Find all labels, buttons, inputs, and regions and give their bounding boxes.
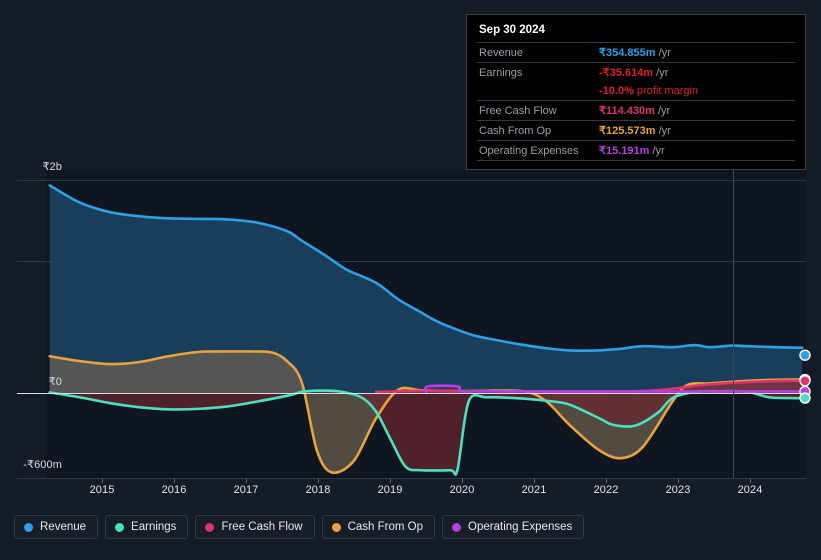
endpoint-marker-free-cash-flow[interactable] [799,375,811,387]
legend-item-cash-from-op[interactable]: Cash From Op [321,515,436,539]
y-axis-label: ₹2b [42,161,62,173]
x-axis-label: 2017 [233,484,259,496]
tooltip-row: Free Cash Flow ₹114.430m /yr [477,100,795,120]
tooltip-row-label: Free Cash Flow [479,105,557,117]
legend-color-dot-icon [452,522,462,532]
endpoint-marker-revenue[interactable] [799,349,811,361]
legend-color-dot-icon [331,522,341,532]
tooltip-row-label: Operating Expenses [479,145,579,157]
tooltip-row: Cash From Op ₹125.573m /yr [477,120,795,140]
x-axis-label: 2020 [449,484,475,496]
x-axis-label: 2019 [377,484,403,496]
tooltip-row-value: -₹35.614m /yr [599,66,668,79]
endpoint-marker-earnings[interactable] [799,392,811,404]
x-axis-label: 2018 [305,484,331,496]
tooltip-unit: /yr [649,145,665,157]
tooltip-date: Sep 30 2024 [479,24,545,36]
tooltip-amount: ₹114.430m [599,105,655,117]
tooltip-unit: /yr [654,105,671,117]
legend-label: Earnings [131,521,177,533]
tooltip-row: Revenue ₹354.855m /yr [477,42,795,62]
tooltip-row: Earnings -₹35.614m /yr [477,62,795,82]
tooltip-row-label: Earnings [479,67,523,79]
legend-item-operating-expenses[interactable]: Operating Expenses [442,515,585,539]
chart-legend[interactable]: Revenue Earnings Free Cash Flow Cash From O… [14,515,585,539]
tooltip-unit: profit margin [633,85,699,97]
tooltip-row-value: ₹15.191m /yr [599,144,665,157]
tooltip-row-value: ₹114.430m /yr [599,104,670,117]
tooltip-row-value: ₹125.573m /yr [599,124,671,137]
legend-color-dot-icon [115,522,125,532]
y-axis-label: -₹600m [23,459,62,471]
tooltip-row-label: Cash From Op [479,125,552,137]
tooltip-amount: ₹15.191m [599,145,650,157]
tooltip-amount: -₹35.614m [599,67,654,79]
tooltip-row: -10.0% profit margin [477,82,795,100]
tooltip-amount: -10.0% [599,85,634,97]
tooltip-row-value: -10.0% profit margin [599,85,698,97]
legend-label: Free Cash Flow [221,521,303,533]
x-axis-label: 2016 [161,484,187,496]
y-axis-label: ₹0 [48,376,62,388]
tooltip-amount: ₹354.855m [599,47,656,59]
tooltip-row-value: ₹354.855m /yr [599,46,671,59]
x-axis-label: 2015 [89,484,115,496]
tooltip-unit: /yr [655,47,671,59]
financial-chart: ₹2b ₹0 -₹600m 2015 2016 2017 2018 2019 2020 2021… [0,0,821,560]
legend-item-earnings[interactable]: Earnings [105,515,189,539]
x-axis-label: 2021 [521,484,547,496]
tooltip-footer-rule [477,160,795,163]
tooltip-rows: Revenue ₹354.855m /yr Earnings -₹35.614m /y… [477,42,795,160]
tooltip-unit: /yr [655,125,671,137]
legend-color-dot-icon [24,522,33,532]
x-axis-label: 2024 [737,484,763,496]
x-axis-label: 2023 [665,484,691,496]
x-axis-label: 2022 [593,484,619,496]
data-tooltip: Sep 30 2024 Revenue ₹354.855m /yr Earnings… [466,14,806,170]
tooltip-row: Operating Expenses ₹15.191m /yr [477,140,795,160]
legend-label: Revenue [40,521,87,533]
legend-item-revenue[interactable]: Revenue [14,515,99,539]
endpoint-markers [799,349,811,404]
legend-item-free-cash-flow[interactable]: Free Cash Flow [195,515,315,539]
tooltip-unit: /yr [653,67,669,79]
legend-label: Operating Expenses [468,521,573,533]
legend-label: Cash From Op [347,521,424,533]
legend-color-dot-icon [205,522,215,532]
tooltip-amount: ₹125.573m [599,125,656,137]
tooltip-row-label: Revenue [479,47,524,59]
